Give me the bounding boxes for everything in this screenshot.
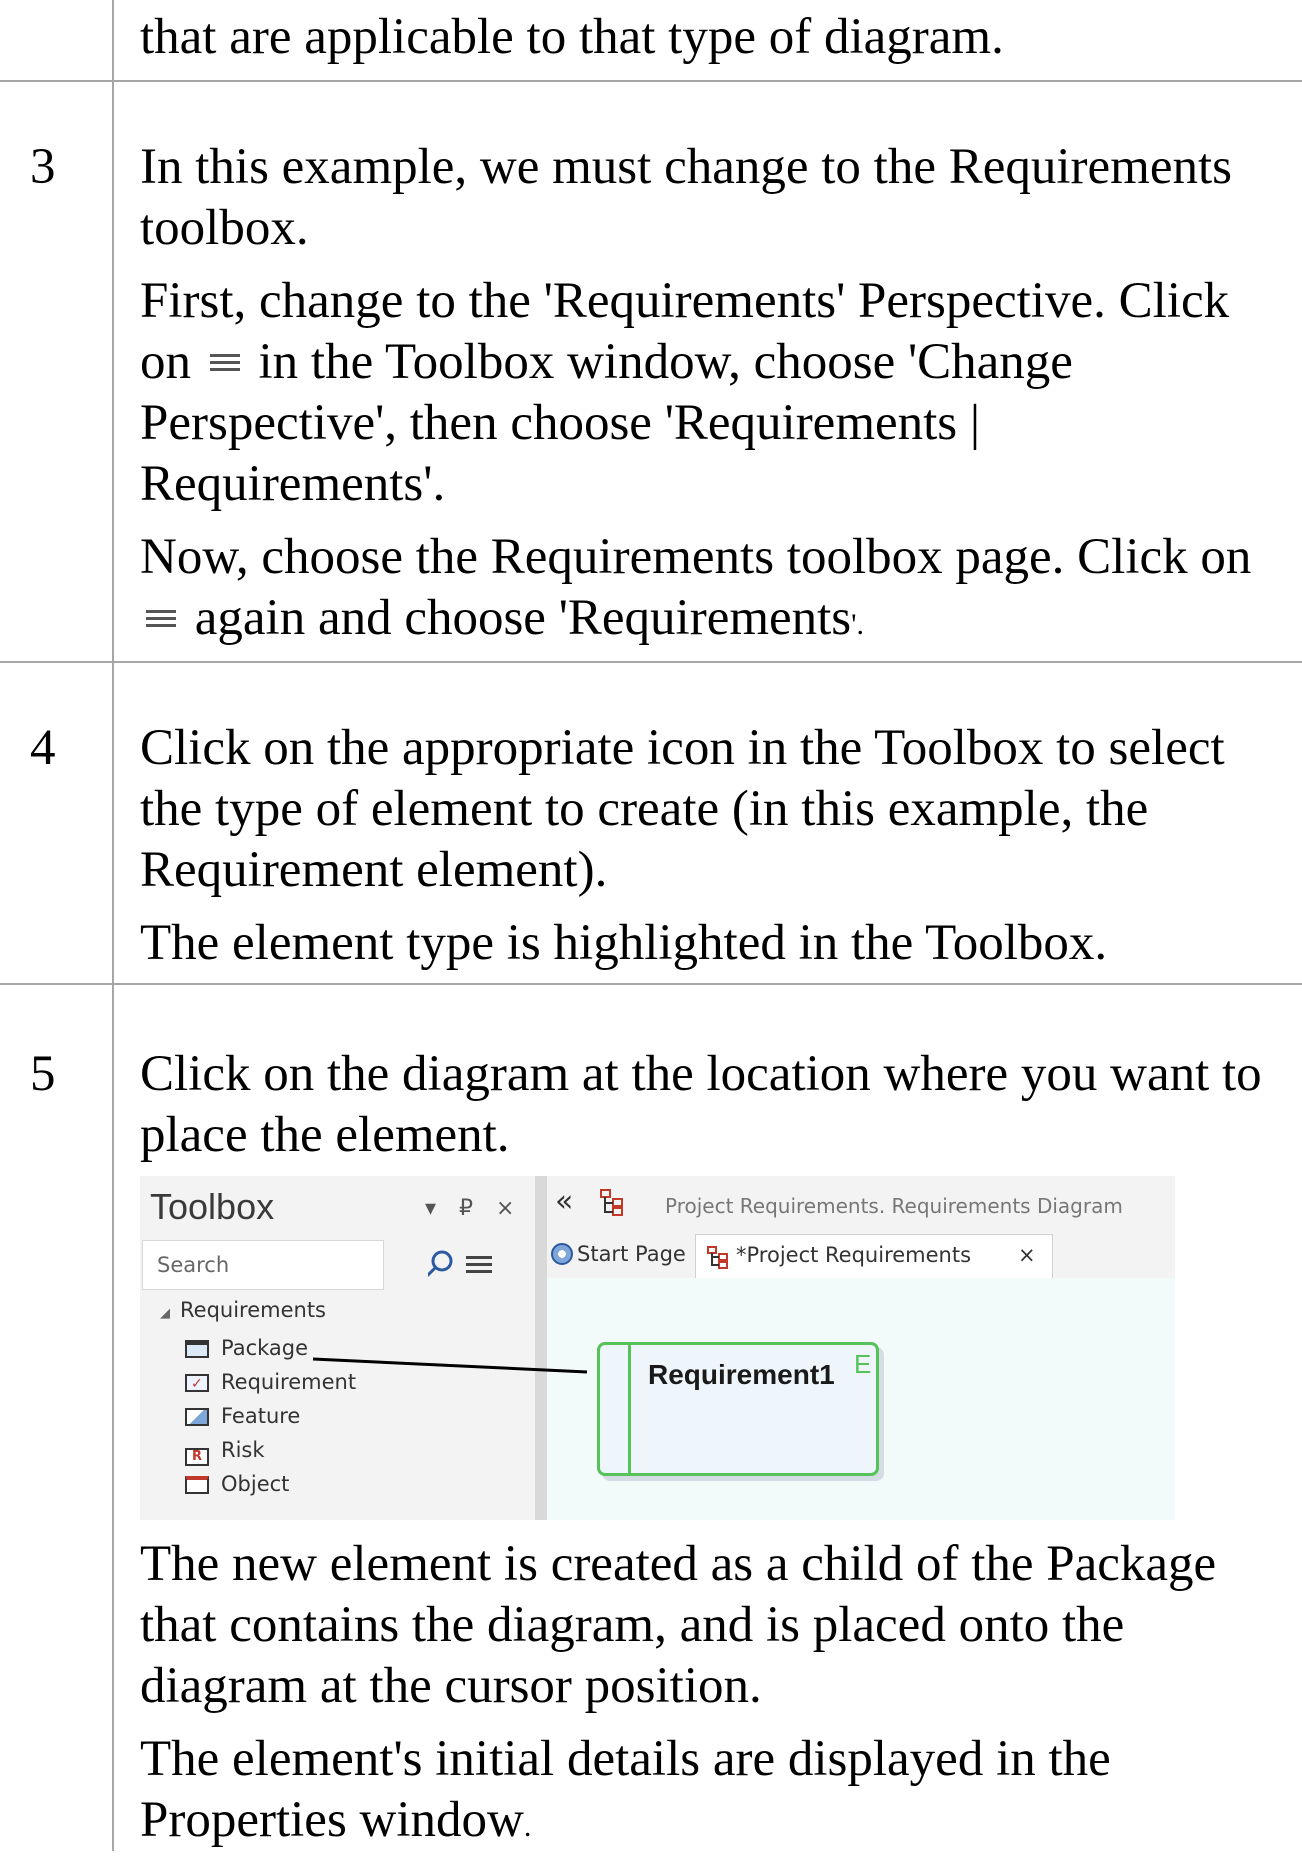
diagram-tree-icon [707, 1246, 728, 1269]
risk-icon: R [185, 1448, 209, 1466]
toolbox-item-object[interactable]: Object [185, 1472, 289, 1496]
panel-splitter[interactable] [535, 1176, 547, 1520]
step-5-text: Click on the diagram at the location whe… [140, 1044, 1290, 1166]
close-icon[interactable]: × [1018, 1235, 1036, 1275]
menu-icon [144, 603, 178, 633]
feature-icon [185, 1408, 209, 1426]
toolbox-search-input[interactable]: Search [142, 1240, 384, 1290]
row-divider [0, 80, 1302, 82]
column-divider [112, 0, 114, 1851]
collapse-triangle-icon: ◢ [160, 1306, 170, 1321]
toolbox-panel: Toolbox ▾ ₽ × Search ◢ Requirements Packa… [140, 1176, 535, 1520]
diagram-canvas[interactable]: Requirement1 E [547, 1278, 1175, 1520]
step-number: 5 [30, 1046, 56, 1102]
step-4-para-1: Click on the appropriate icon in the Too… [140, 720, 1225, 898]
collapse-icon[interactable]: « [555, 1184, 573, 1219]
package-icon [185, 1340, 209, 1358]
row-divider [0, 983, 1302, 985]
toolbox-item-requirement[interactable]: ✓ Requirement [185, 1370, 356, 1394]
step-3-para-1: In this example, we must change to the R… [140, 139, 1232, 256]
diagram-tree-icon [600, 1189, 623, 1216]
toolbox-diagram-screenshot: Toolbox ▾ ₽ × Search ◢ Requirements Packa… [140, 1176, 1175, 1520]
diagram-panel: « Project Requirements. Requirements Dia… [547, 1176, 1175, 1520]
element-side-bar [628, 1345, 631, 1473]
step-5-text-continued: The new element is created as a child of… [140, 1534, 1290, 1857]
start-page-icon [551, 1243, 573, 1265]
step-5-para-1: Click on the diagram at the location whe… [140, 1046, 1262, 1163]
toolbox-group-requirements[interactable]: ◢ Requirements [160, 1298, 326, 1322]
menu-icon [466, 1256, 492, 1273]
row-divider [0, 661, 1302, 663]
element-type-tag: E [854, 1349, 872, 1379]
continuation-text: that are applicable to that type of diag… [140, 9, 1004, 65]
toolbox-title: Toolbox [150, 1186, 275, 1227]
requirement-icon: ✓ [185, 1374, 209, 1392]
menu-icon [208, 347, 242, 377]
step-4-para-2: The element type is highlighted in the T… [140, 915, 1108, 971]
toolbox-item-risk[interactable]: R Risk [185, 1438, 265, 1466]
diagram-tabs: Start Page *Project Requirements × [547, 1234, 1175, 1279]
step-4-text: Click on the appropriate icon in the Too… [140, 718, 1290, 974]
find-icon [428, 1250, 453, 1278]
tab-start-page[interactable]: Start Page [551, 1234, 687, 1278]
step-number: 3 [30, 139, 56, 195]
step-number: 4 [30, 720, 56, 776]
toolbox-window-controls[interactable]: ▾ ₽ × [425, 1196, 522, 1221]
step-3-para-3: Now, choose the Requirements toolbox pag… [140, 529, 1252, 646]
toolbox-item-feature[interactable]: Feature [185, 1404, 300, 1428]
step-3-text: In this example, we must change to the R… [140, 137, 1290, 655]
step-3-para-2: First, change to the 'Requirements' Pers… [140, 273, 1230, 512]
step-5-para-3: The element's initial details are displa… [140, 1731, 1111, 1848]
step-5-para-2: The new element is created as a child of… [140, 1536, 1217, 1714]
diagram-path: Project Requirements. Requirements Diagr… [665, 1194, 1123, 1218]
object-icon [185, 1476, 209, 1494]
requirement-element[interactable]: Requirement1 E [597, 1342, 879, 1476]
element-name: Requirement1 [648, 1359, 835, 1390]
diagram-header: « Project Requirements. Requirements Dia… [547, 1176, 1175, 1234]
tab-project-requirements[interactable]: *Project Requirements × [695, 1234, 1053, 1279]
toolbox-search-icons[interactable] [428, 1248, 532, 1284]
toolbox-item-package[interactable]: Package [185, 1336, 308, 1360]
